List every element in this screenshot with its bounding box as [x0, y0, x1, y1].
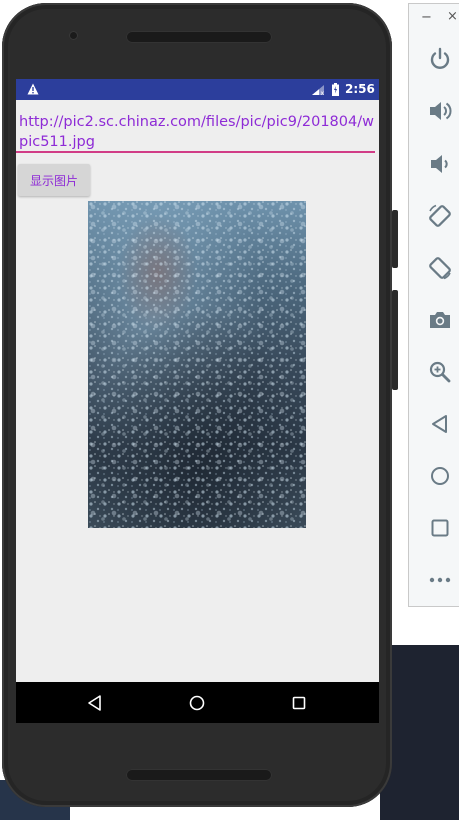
battery-icon [332, 83, 339, 96]
overview-icon[interactable] [427, 515, 453, 541]
phone-volume-key [392, 290, 398, 390]
rotate-right-icon[interactable] [427, 255, 453, 281]
minimize-button[interactable]: − [421, 10, 432, 25]
signal-icon: x [312, 85, 325, 96]
desktop: x 2:56 http://pic2.sc.chinaz.com/files/p… [0, 0, 459, 820]
phone-power-key [392, 210, 398, 268]
bottom-speaker [126, 769, 272, 781]
nav-home-icon[interactable] [188, 694, 206, 712]
top-speaker [126, 31, 272, 43]
volume-up-icon[interactable] [427, 98, 453, 124]
raindrops-photo [88, 201, 306, 528]
svg-text:x: x [321, 90, 325, 96]
front-camera [69, 31, 78, 40]
device-screen: x 2:56 http://pic2.sc.chinaz.com/files/p… [16, 79, 379, 723]
status-clock: 2:56 [345, 82, 375, 96]
warning-icon [27, 83, 39, 95]
url-input-underline [16, 151, 375, 153]
nav-back-icon[interactable] [86, 694, 104, 712]
zoom-icon[interactable] [427, 359, 453, 385]
panel-title-bar: − × [409, 4, 459, 32]
volume-down-icon[interactable] [427, 151, 453, 177]
camera-icon[interactable] [427, 307, 453, 333]
back-icon[interactable] [427, 411, 453, 437]
status-bar: x 2:56 [16, 79, 379, 100]
more-icon[interactable] [427, 567, 453, 593]
loaded-image [88, 201, 306, 528]
close-button[interactable]: × [447, 9, 458, 24]
nav-recents-icon[interactable] [290, 694, 308, 712]
show-image-button[interactable]: 显示图片 [18, 164, 90, 196]
home-icon[interactable] [427, 463, 453, 489]
navigation-bar [16, 682, 379, 723]
emulator-side-panel: − × [408, 3, 459, 607]
rotate-left-icon[interactable] [427, 203, 453, 229]
power-icon[interactable] [427, 46, 453, 72]
url-input[interactable]: http://pic2.sc.chinaz.com/files/pic/pic9… [18, 112, 376, 152]
